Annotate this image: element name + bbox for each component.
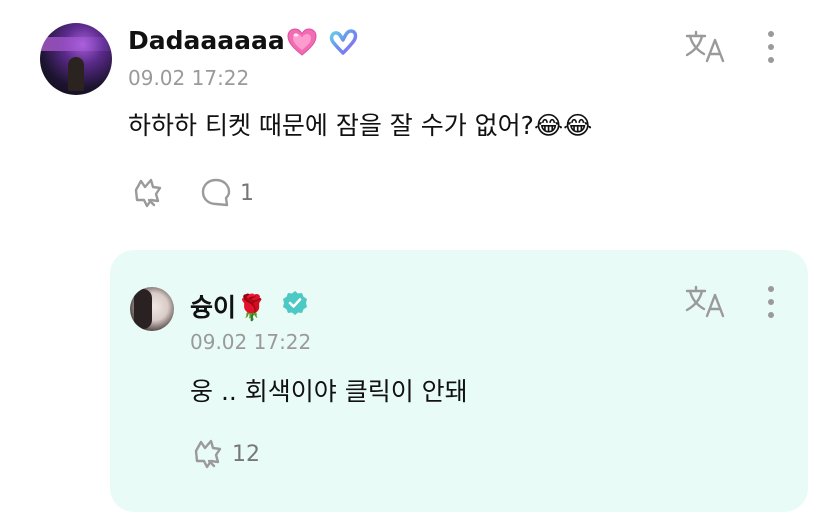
reply-username[interactable]: 슝이🌹 <box>190 288 267 324</box>
reply-icon[interactable] <box>200 177 232 209</box>
reply-avatar-hair <box>134 289 152 329</box>
like-icon[interactable] <box>130 176 164 210</box>
comment: Dadaaaaaa 09.02 17:22 하하하 티켓 때문에 잠을 잘 수가… <box>0 0 828 240</box>
reply-count: 1 <box>240 180 254 206</box>
more-icon[interactable] <box>767 31 775 65</box>
comment-actions: 1 <box>130 176 254 210</box>
avatar[interactable] <box>40 23 112 95</box>
translate-icon[interactable] <box>685 30 727 64</box>
avatar-figure <box>68 57 84 91</box>
reply-more-icon[interactable] <box>767 286 775 320</box>
reply-card: 슝이🌹 09.02 17:22 웅 .. 회색이야 클릭이 안돼 12 <box>110 250 808 512</box>
reply-avatar[interactable] <box>130 287 174 331</box>
reply-translate-icon[interactable] <box>685 285 727 319</box>
reply-text: 웅 .. 회색이야 클릭이 안돼 <box>190 377 468 406</box>
verified-badge-icon <box>283 291 307 315</box>
username[interactable]: Dadaaaaaa <box>128 26 285 55</box>
reply-timestamp: 09.02 17:22 <box>190 330 312 354</box>
reply-like-count: 12 <box>232 441 260 467</box>
avatar-stage-lights <box>40 37 112 51</box>
membership-badge-icon <box>329 29 358 55</box>
reply-actions: 12 <box>190 437 260 471</box>
timestamp: 09.02 17:22 <box>128 66 250 90</box>
heart-badge-icon <box>287 28 317 56</box>
comment-text: 하하하 티켓 때문에 잠을 잘 수가 없어?😂😂 <box>128 111 593 140</box>
reply-like-icon[interactable] <box>190 437 224 471</box>
